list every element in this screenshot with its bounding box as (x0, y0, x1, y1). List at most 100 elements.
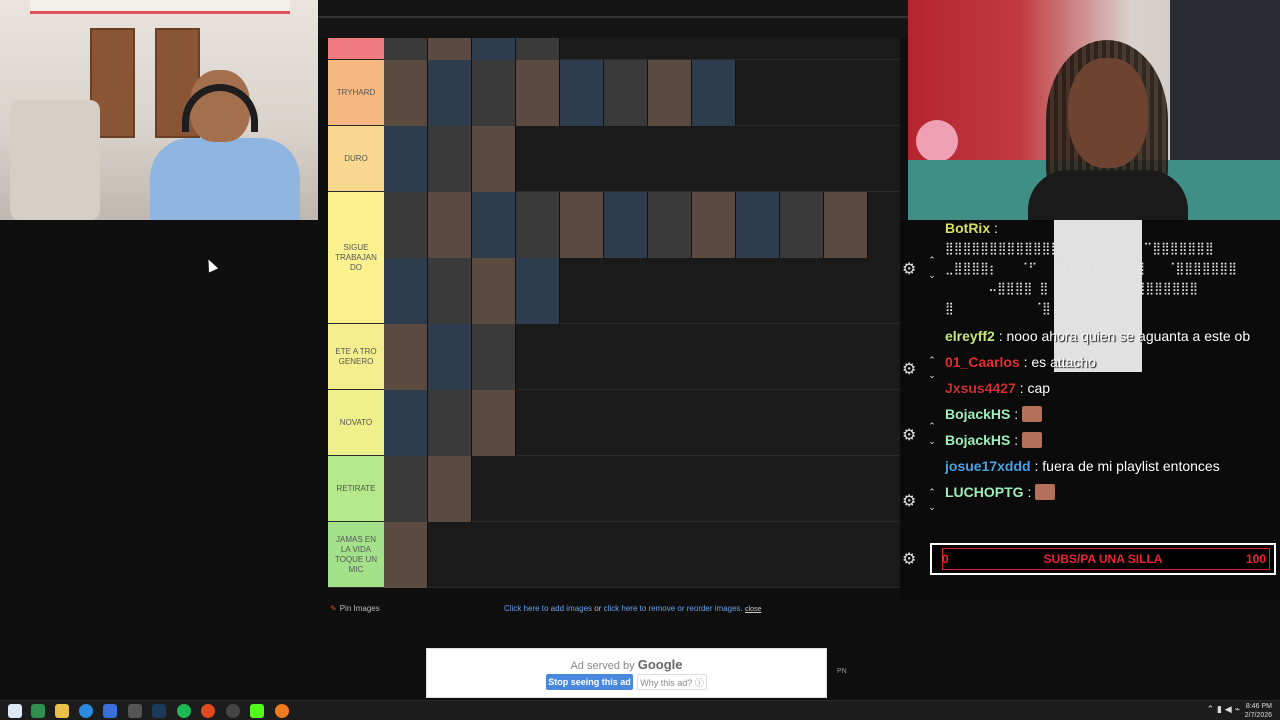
tier-image[interactable] (560, 192, 604, 258)
tier-label[interactable]: RETIRATE (328, 456, 384, 521)
chat-username[interactable]: LUCHOPTG (945, 484, 1024, 500)
pen-icon[interactable] (128, 704, 142, 718)
tier-image[interactable] (780, 192, 824, 258)
chat-controls[interactable]: ⚙ ⌃ ⌄ (900, 482, 944, 522)
tier-image[interactable] (384, 126, 428, 192)
gear-icon[interactable]: ⚙ (902, 426, 920, 444)
tier-image[interactable] (384, 60, 428, 126)
tier-label[interactable]: SIGUE TRABAJAN DO (328, 192, 384, 323)
tier-image[interactable] (516, 38, 560, 60)
tier-image[interactable] (428, 456, 472, 522)
tier-row[interactable]: ETE A TRO GENERO (328, 324, 900, 390)
tier-image[interactable] (384, 38, 428, 60)
tier-image[interactable] (516, 60, 560, 126)
tier-image[interactable] (428, 192, 472, 258)
chat-username[interactable]: BojackHS (945, 432, 1010, 448)
chat-username[interactable]: BojackHS (945, 406, 1010, 422)
tier-image[interactable] (384, 456, 428, 522)
tier-image[interactable] (472, 60, 516, 126)
tier-image[interactable] (428, 126, 472, 192)
tier-image[interactable] (384, 324, 428, 390)
tier-image[interactable] (428, 38, 472, 60)
chat-controls[interactable]: ⚙ ⌃ ⌄ (900, 250, 944, 290)
tier-row[interactable]: JAMAS EN LA VIDA TOQUE UN MIC (328, 522, 900, 588)
gear-icon[interactable]: ⚙ (902, 360, 920, 378)
tier-image[interactable] (472, 324, 516, 390)
chat-username[interactable]: elreyff2 (945, 328, 995, 344)
chat-username[interactable]: josue17xddd (945, 458, 1031, 474)
chat-username[interactable]: BotRix (945, 220, 990, 236)
tier-items[interactable] (384, 390, 900, 456)
obs-icon[interactable] (226, 704, 240, 718)
tier-image[interactable] (428, 390, 472, 456)
tier-image[interactable] (428, 258, 472, 324)
tier-image[interactable] (692, 192, 736, 258)
tier-image[interactable] (604, 192, 648, 258)
chevron-up-down-icon[interactable]: ⌃ ⌄ (924, 354, 940, 384)
tier-list[interactable]: TRYHARD DURO SIGUE TRABAJAN DO ETE A TRO GE… (328, 38, 900, 588)
tier-label[interactable]: JAMAS EN LA VIDA TOQUE UN MIC (328, 522, 384, 587)
kick-icon[interactable] (250, 704, 264, 718)
tier-items[interactable] (384, 192, 900, 324)
chat-username[interactable]: Jxsus4427 (945, 380, 1016, 396)
tier-image[interactable] (384, 522, 428, 588)
clock[interactable]: 8:46 PM 2/7/2026 (1245, 702, 1272, 720)
spotify-icon[interactable] (177, 704, 191, 718)
browser-icon[interactable] (201, 704, 215, 718)
remove-images-link[interactable]: click here to remove or reorder images. (604, 604, 743, 613)
tier-image[interactable] (516, 192, 560, 258)
tier-items[interactable] (384, 456, 900, 522)
chevron-up-down-icon[interactable]: ⌃ ⌄ (924, 486, 940, 516)
chevron-up-down-icon[interactable]: ⌃ ⌄ (924, 254, 940, 284)
tier-items[interactable] (384, 324, 900, 390)
tier-row[interactable]: DURO (328, 126, 900, 192)
tier-image[interactable] (560, 60, 604, 126)
tier-row[interactable]: TRYHARD (328, 60, 900, 126)
tier-items[interactable] (384, 38, 900, 60)
tier-items[interactable] (384, 126, 900, 192)
tier-row[interactable] (328, 38, 900, 60)
stop-seeing-ad-button[interactable]: Stop seeing this ad (546, 674, 633, 690)
tier-image[interactable] (472, 258, 516, 324)
system-tray[interactable]: ⌃ ▮ ◀ ⌁ (1207, 705, 1240, 715)
why-this-ad-button[interactable]: Why this ad? ⓘ (637, 674, 707, 690)
tier-row[interactable]: SIGUE TRABAJAN DO (328, 192, 900, 324)
steam-icon[interactable] (152, 704, 166, 718)
add-images-link[interactable]: Click here to add images (504, 604, 592, 613)
pin-images[interactable]: ✎ Pin Images (330, 604, 380, 613)
tier-image[interactable] (472, 38, 516, 60)
app-icon[interactable] (31, 704, 45, 718)
tier-image[interactable] (428, 324, 472, 390)
tier-image[interactable] (384, 390, 428, 456)
tier-image[interactable] (648, 60, 692, 126)
tier-image[interactable] (428, 60, 472, 126)
windows-start-icon[interactable] (8, 704, 22, 718)
tier-row[interactable]: RETIRATE (328, 456, 900, 522)
tier-label[interactable]: NOVATO (328, 390, 384, 455)
gear-icon[interactable]: ⚙ (902, 550, 920, 568)
tier-image[interactable] (472, 126, 516, 192)
gear-icon[interactable]: ⚙ (902, 492, 920, 510)
close-link[interactable]: close (745, 606, 761, 613)
tier-label[interactable] (328, 38, 384, 59)
tier-image[interactable] (472, 390, 516, 456)
tier-row[interactable]: NOVATO (328, 390, 900, 456)
tier-label[interactable]: DURO (328, 126, 384, 191)
gear-icon[interactable]: ⚙ (902, 260, 920, 278)
tier-image[interactable] (736, 192, 780, 258)
tier-image[interactable] (824, 192, 868, 258)
chat-username[interactable]: 01_Caarlos (945, 354, 1020, 370)
tier-image[interactable] (604, 60, 648, 126)
tier-items[interactable] (384, 522, 900, 588)
app-icon[interactable] (103, 704, 117, 718)
tier-image[interactable] (516, 258, 560, 324)
chrome-icon[interactable] (79, 704, 93, 718)
tier-label[interactable]: TRYHARD (328, 60, 384, 125)
chevron-up-down-icon[interactable]: ⌃ ⌄ (924, 420, 940, 450)
app-icon[interactable] (275, 704, 289, 718)
chat-controls[interactable]: ⚙ ⌃ ⌄ (900, 350, 944, 390)
tier-label[interactable]: ETE A TRO GENERO (328, 324, 384, 389)
chat-controls[interactable]: ⚙ ⌃ ⌄ (900, 416, 944, 456)
folder-icon[interactable] (55, 704, 69, 718)
tier-image[interactable] (648, 192, 692, 258)
